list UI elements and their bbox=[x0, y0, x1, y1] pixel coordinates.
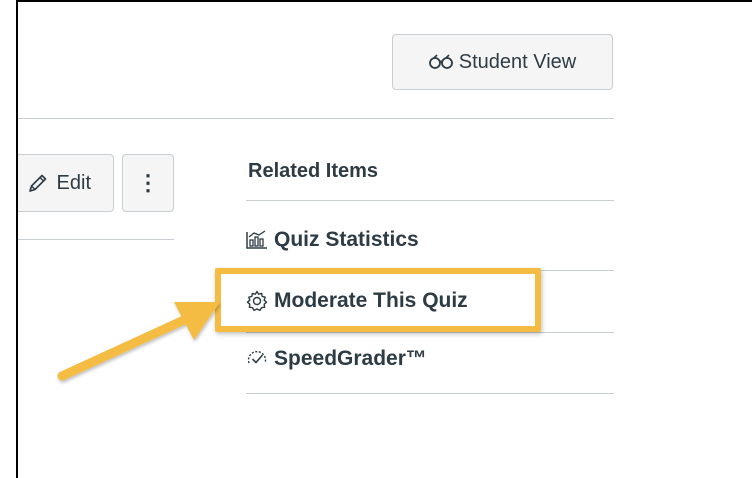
student-view-button[interactable]: Student View bbox=[392, 34, 613, 90]
glasses-icon bbox=[428, 54, 453, 70]
related-item-speedgrader[interactable]: SpeedGrader™ bbox=[246, 347, 427, 371]
screenshot-frame: Student View Edit ⋮ Related Items Quiz S… bbox=[16, 0, 752, 478]
related-item-divider bbox=[246, 332, 614, 333]
speedgrader-icon bbox=[246, 349, 268, 369]
speedgrader-label: SpeedGrader™ bbox=[274, 347, 427, 370]
related-item-quiz-statistics[interactable]: Quiz Statistics bbox=[246, 228, 419, 252]
toolbar-divider bbox=[18, 239, 174, 240]
more-options-button[interactable]: ⋮ bbox=[122, 154, 174, 212]
statistics-icon bbox=[246, 230, 268, 250]
pencil-icon bbox=[27, 172, 49, 194]
quiz-statistics-label: Quiz Statistics bbox=[274, 228, 419, 251]
edit-button[interactable]: Edit bbox=[18, 154, 114, 212]
related-heading-divider bbox=[246, 200, 614, 201]
header-divider bbox=[18, 118, 614, 119]
edit-label: Edit bbox=[56, 171, 91, 194]
kebab-menu-icon: ⋮ bbox=[137, 170, 159, 195]
annotation-arrow bbox=[57, 302, 220, 381]
related-items-heading: Related Items bbox=[248, 160, 379, 182]
related-item-divider bbox=[246, 393, 614, 394]
annotation-highlight-box bbox=[215, 268, 541, 332]
student-view-label: Student View bbox=[458, 50, 577, 73]
